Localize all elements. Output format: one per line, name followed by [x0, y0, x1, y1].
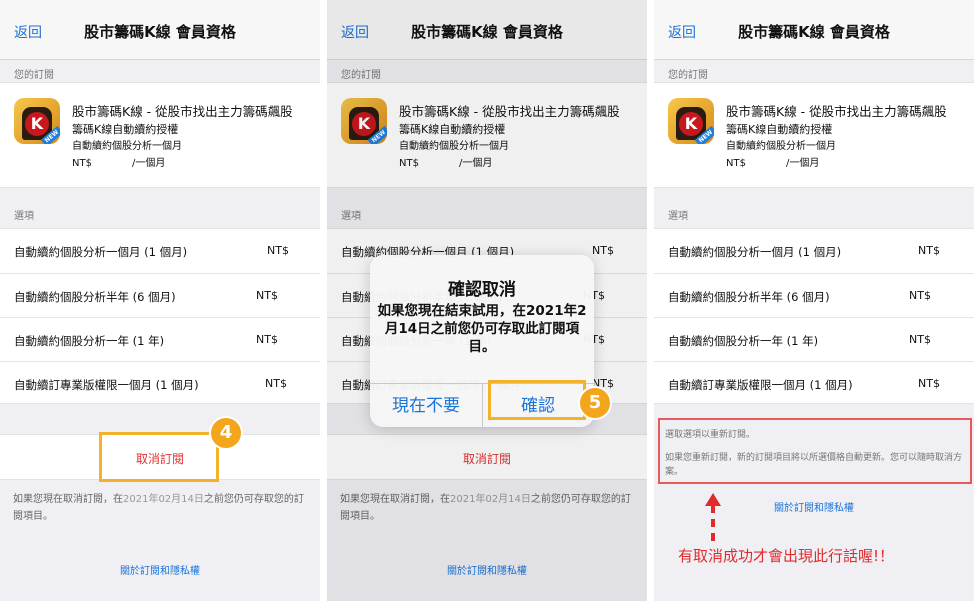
option-price: NT$	[918, 244, 940, 257]
option-price: NT$	[267, 244, 289, 257]
nav-bar: 返回 股市籌碼K線 會員資格	[0, 0, 320, 60]
subscription-plan: 籌碼K線自動續約授權	[726, 123, 833, 136]
not-now-button[interactable]: 現在不要	[370, 391, 482, 416]
option-row[interactable]: 自動續訂專業版權限一個月 (1 個月) NT$	[654, 361, 974, 405]
resubscribe-line-1: 選取選項以重新訂閱。	[665, 430, 756, 440]
option-row[interactable]: 自動續約個股分析一年 (1 年) NT$	[654, 317, 974, 361]
option-price: NT$	[265, 377, 287, 390]
option-row[interactable]: 自動續約個股分析一個月 (1 個月) NT$	[654, 229, 974, 273]
subscription-plan: 籌碼K線自動續約授權	[72, 123, 179, 136]
option-price: NT$	[256, 333, 278, 346]
section-header-subscription: 您的訂閱	[14, 70, 54, 81]
section-header-options: 選項	[668, 211, 688, 222]
cancel-note-prefix: 如果您現在取消訂閱，在	[13, 494, 123, 505]
option-row[interactable]: 自動續約個股分析半年 (6 個月) NT$	[0, 273, 320, 317]
option-price: NT$	[909, 333, 931, 346]
screen-step-4: 返回 股市籌碼K線 會員資格 您的訂閱 K NEW 股市籌碼K線 - 從股市找出…	[0, 0, 320, 601]
resubscribe-line-2: 如果您重新訂閱，新的訂閱項目將以所選價格自動更新。您可以隨時取消方案。	[665, 453, 963, 477]
resubscribe-notice: 選取選項以重新訂閱。 如果您重新訂閱，新的訂閱項目將以所選價格自動更新。您可以隨…	[658, 418, 972, 484]
subscription-title: 股市籌碼K線 - 從股市找出主力籌碼飆股	[726, 104, 947, 119]
privacy-link[interactable]: 關於訂閱和隱私權	[0, 562, 320, 577]
price-prefix: NT$	[72, 158, 92, 169]
subscription-card: K NEW 股市籌碼K線 - 從股市找出主力籌碼飆股 籌碼K線自動續約授權 自動…	[654, 82, 974, 188]
subscription-title: 股市籌碼K線 - 從股市找出主力籌碼飆股	[72, 104, 293, 119]
subscription-price: NT$ /一個月	[726, 154, 819, 169]
option-row[interactable]: 自動續約個股分析一個月 (1 個月) NT$	[0, 229, 320, 273]
nav-bar: 返回 股市籌碼K線 會員資格	[654, 0, 974, 60]
arrow-shaft	[711, 505, 715, 541]
price-period: /一個月	[131, 158, 166, 169]
options-list: 自動續約個股分析一個月 (1 個月) NT$ 自動續約個股分析半年 (6 個月) N…	[0, 228, 320, 404]
app-icon-letter: K	[679, 112, 703, 136]
section-header-options: 選項	[14, 211, 34, 222]
screen-step-5: 返回 股市籌碼K線 會員資格 您的訂閱 K NEW 股市籌碼K線 - 從股市找出…	[327, 0, 647, 601]
section-header-subscription: 您的訂閱	[668, 70, 708, 81]
option-name: 自動續訂專業版權限一個月 (1 個月)	[14, 378, 199, 392]
option-row[interactable]: 自動續約個股分析半年 (6 個月) NT$	[654, 273, 974, 317]
option-name: 自動續約個股分析一年 (1 年)	[668, 334, 819, 348]
screen-after-cancel: 返回 股市籌碼K線 會員資格 您的訂閱 K NEW 股市籌碼K線 - 從股市找出…	[654, 0, 974, 601]
app-icon-letter: K	[25, 112, 49, 136]
privacy-link[interactable]: 關於訂閱和隱私權	[654, 499, 974, 514]
app-icon: K NEW	[668, 98, 714, 144]
step-badge-4: 4	[209, 416, 243, 450]
dialog-title: 確認取消	[448, 280, 516, 300]
option-price: NT$	[256, 289, 278, 302]
dialog-message: 如果您現在結束試用，在2021年2月14日之前您仍可存取此訂閱項目。	[377, 303, 587, 355]
subscription-detail: 自動續約個股分析一個月	[72, 141, 182, 152]
cancel-note: 如果您現在取消訂閱，在2021年02月14日之前您仍可存取您的訂閱項目。	[13, 491, 313, 525]
page-title: 股市籌碼K線 會員資格	[738, 23, 890, 41]
app-icon: K NEW	[14, 98, 60, 144]
option-price: NT$	[909, 289, 931, 302]
highlight-cancel-button	[99, 432, 219, 482]
subscription-detail: 自動續約個股分析一個月	[726, 141, 836, 152]
options-list: 自動續約個股分析一個月 (1 個月) NT$ 自動續約個股分析半年 (6 個月) N…	[654, 228, 974, 404]
annotation-callout: 有取消成功才會出現此行話喔!！	[678, 547, 895, 565]
option-name: 自動續約個股分析半年 (6 個月)	[14, 290, 176, 304]
highlight-confirm-button	[488, 380, 586, 420]
option-price: NT$	[918, 377, 940, 390]
price-period: /一個月	[785, 158, 820, 169]
option-name: 自動續約個股分析半年 (6 個月)	[668, 290, 830, 304]
option-name: 自動續訂專業版權限一個月 (1 個月)	[668, 378, 853, 392]
cancel-note-date: 2021年02月14日	[123, 494, 204, 505]
step-badge-5: 5	[578, 386, 612, 420]
subscription-card: K NEW 股市籌碼K線 - 從股市找出主力籌碼飆股 籌碼K線自動續約授權 自動…	[0, 82, 320, 188]
option-name: 自動續約個股分析一年 (1 年)	[14, 334, 165, 348]
subscription-price: NT$ /一個月	[72, 154, 165, 169]
price-prefix: NT$	[726, 158, 746, 169]
option-name: 自動續約個股分析一個月 (1 個月)	[668, 245, 842, 259]
page-title: 股市籌碼K線 會員資格	[84, 23, 236, 41]
option-row[interactable]: 自動續約個股分析一年 (1 年) NT$	[0, 317, 320, 361]
option-row[interactable]: 自動續訂專業版權限一個月 (1 個月) NT$	[0, 361, 320, 405]
option-name: 自動續約個股分析一個月 (1 個月)	[14, 245, 188, 259]
